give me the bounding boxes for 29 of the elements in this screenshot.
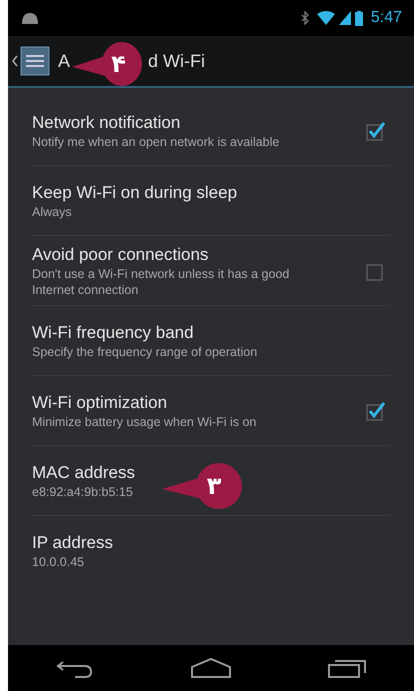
setting-summary: 10.0.0.45 [32, 554, 84, 570]
setting-title: Wi-Fi frequency band [32, 322, 195, 344]
setting-title: Keep Wi-Fi on during sleep [32, 182, 238, 204]
bluetooth-icon [300, 11, 309, 25]
setting-title: IP address [32, 532, 114, 554]
setting-summary: Notify me when an open network is available [32, 134, 280, 150]
android-icon [20, 12, 40, 24]
setting-title: Wi-Fi optimization [32, 392, 168, 414]
setting-summary: Always [32, 204, 72, 220]
signal-icon [338, 11, 351, 25]
setting-title: MAC address [32, 462, 136, 484]
checkbox[interactable] [364, 120, 386, 142]
setting-summary: Minimize battery usage when Wi-Fi is on [32, 414, 256, 430]
screen-title-fragment: A [58, 50, 70, 72]
checkbox[interactable] [364, 400, 386, 422]
settings-icon [20, 46, 50, 76]
screen-title-fragment: d Wi-Fi [148, 50, 206, 72]
home-button[interactable] [190, 657, 232, 679]
wifi-icon [316, 11, 335, 25]
recent-apps-button[interactable] [326, 657, 367, 679]
setting-summary: Don't use a Wi-Fi network unless it has a good Internet connection [32, 266, 290, 298]
back-button[interactable] [12, 46, 50, 76]
battery-icon [354, 10, 363, 26]
setting-summary: e8:92:a4:9b:b5:15 [32, 484, 133, 500]
setting-summary: Specify the frequency range of operation [32, 344, 258, 360]
back-caret-icon [12, 55, 18, 67]
clock-time: 5:47 [370, 8, 402, 28]
setting-title: Avoid poor connections [32, 244, 210, 266]
setting-title: Network notification [32, 112, 182, 134]
